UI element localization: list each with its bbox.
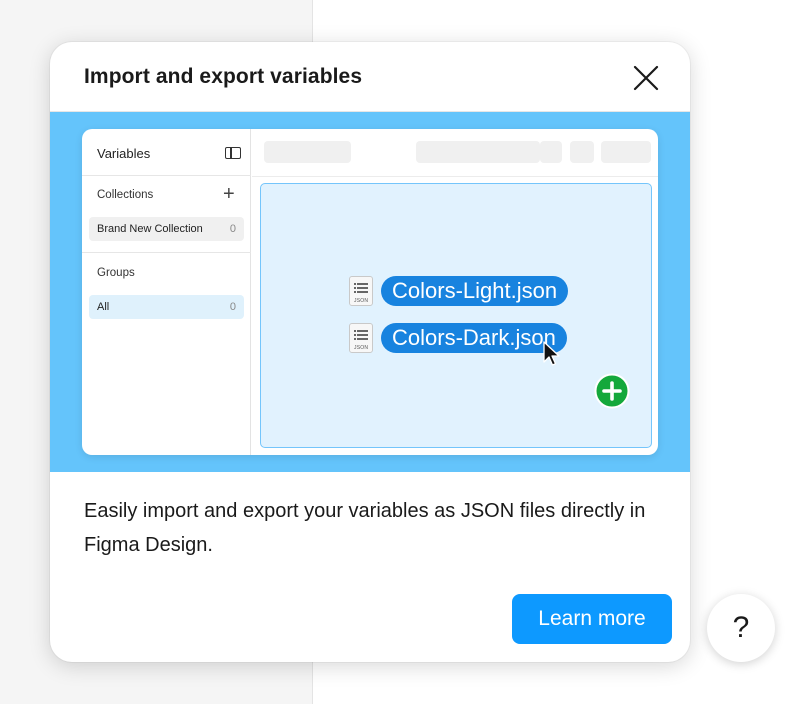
plus-icon: +	[223, 183, 235, 205]
file-name-pill: Colors-Dark.json	[381, 323, 567, 353]
mockup-group-row: All 0	[89, 295, 244, 319]
cursor-icon	[543, 341, 560, 366]
panel-toggle-icon	[225, 147, 241, 159]
mockup-collection-name: Brand New Collection	[97, 223, 203, 235]
mockup-collection-count: 0	[229, 223, 236, 235]
learn-more-button[interactable]: Learn more	[512, 594, 672, 644]
mockup-collections-label: Collections	[97, 189, 154, 201]
mockup-groups-label: Groups	[97, 267, 135, 279]
json-file-icon: JSON	[349, 276, 373, 306]
help-button[interactable]: ?	[707, 594, 775, 662]
mockup-placeholder	[264, 141, 351, 163]
json-file-label: JSON	[354, 298, 369, 304]
mockup-placeholder	[416, 141, 540, 163]
mockup-sidebar-title: Variables	[97, 146, 151, 161]
mockup-placeholder	[570, 141, 594, 163]
mockup-toolbar	[252, 129, 658, 177]
mockup-divider	[82, 252, 251, 253]
dialog-title: Import and export variables	[84, 65, 363, 88]
mockup-group-count: 0	[229, 301, 236, 313]
mockup-placeholder	[540, 141, 562, 163]
add-copy-icon	[594, 373, 630, 409]
dialog-description: Easily import and export your variables …	[84, 500, 646, 556]
close-button[interactable]	[628, 60, 664, 96]
json-file-label: JSON	[354, 345, 369, 351]
close-icon	[633, 65, 659, 91]
import-export-dialog: Import and export variables Variables Co…	[50, 42, 690, 662]
mockup-sidebar: Variables Collections + Brand New Collec…	[82, 129, 251, 455]
dialog-header: Import and export variables	[50, 42, 690, 112]
mockup-divider	[82, 175, 251, 176]
mockup-collection-row: Brand New Collection 0	[89, 217, 244, 241]
mockup-group-name: All	[97, 301, 110, 313]
mockup-placeholder	[601, 141, 651, 163]
file-name-pill: Colors-Light.json	[381, 276, 569, 306]
json-file-icon: JSON	[349, 323, 373, 353]
dialog-illustration: Variables Collections + Brand New Collec…	[50, 112, 690, 472]
variables-panel-mockup: Variables Collections + Brand New Collec…	[82, 129, 658, 455]
